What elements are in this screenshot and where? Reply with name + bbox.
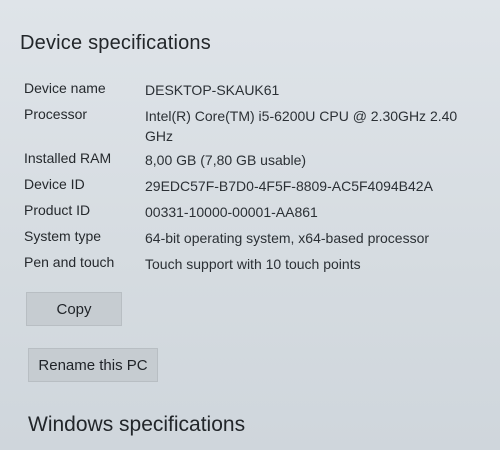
spec-value: Touch support with 10 touch points (145, 256, 361, 272)
settings-about-page: Device specifications Device name DESKTO… (0, 0, 500, 450)
spec-value: 00331-10000-00001-AA861 (145, 204, 318, 220)
spec-label: Processor (24, 106, 88, 122)
spec-value: DESKTOP-SKAUK61 (145, 82, 280, 98)
spec-label: Installed RAM (24, 150, 112, 166)
windows-specifications-heading: Windows specifications (28, 413, 246, 436)
spec-label: Device ID (24, 176, 85, 192)
spec-value: 29EDC57F-B7D0-4F5F-8809-AC5F4094B42A (145, 178, 433, 194)
spec-label: System type (24, 228, 102, 244)
spec-value: Intel(R) Core(TM) i5-6200U CPU @ 2.30GHz… (145, 108, 458, 144)
copy-button[interactable]: Copy (26, 292, 122, 326)
spec-label: Device name (24, 80, 106, 96)
spec-label: Product ID (24, 202, 91, 218)
spec-value: 8,00 GB (7,80 GB usable) (145, 152, 307, 168)
device-specifications-heading: Device specifications (20, 32, 211, 54)
spec-label: Pen and touch (24, 254, 115, 270)
rename-pc-button[interactable]: Rename this PC (28, 348, 158, 382)
spec-value: 64-bit operating system, x64-based proce… (145, 230, 430, 246)
